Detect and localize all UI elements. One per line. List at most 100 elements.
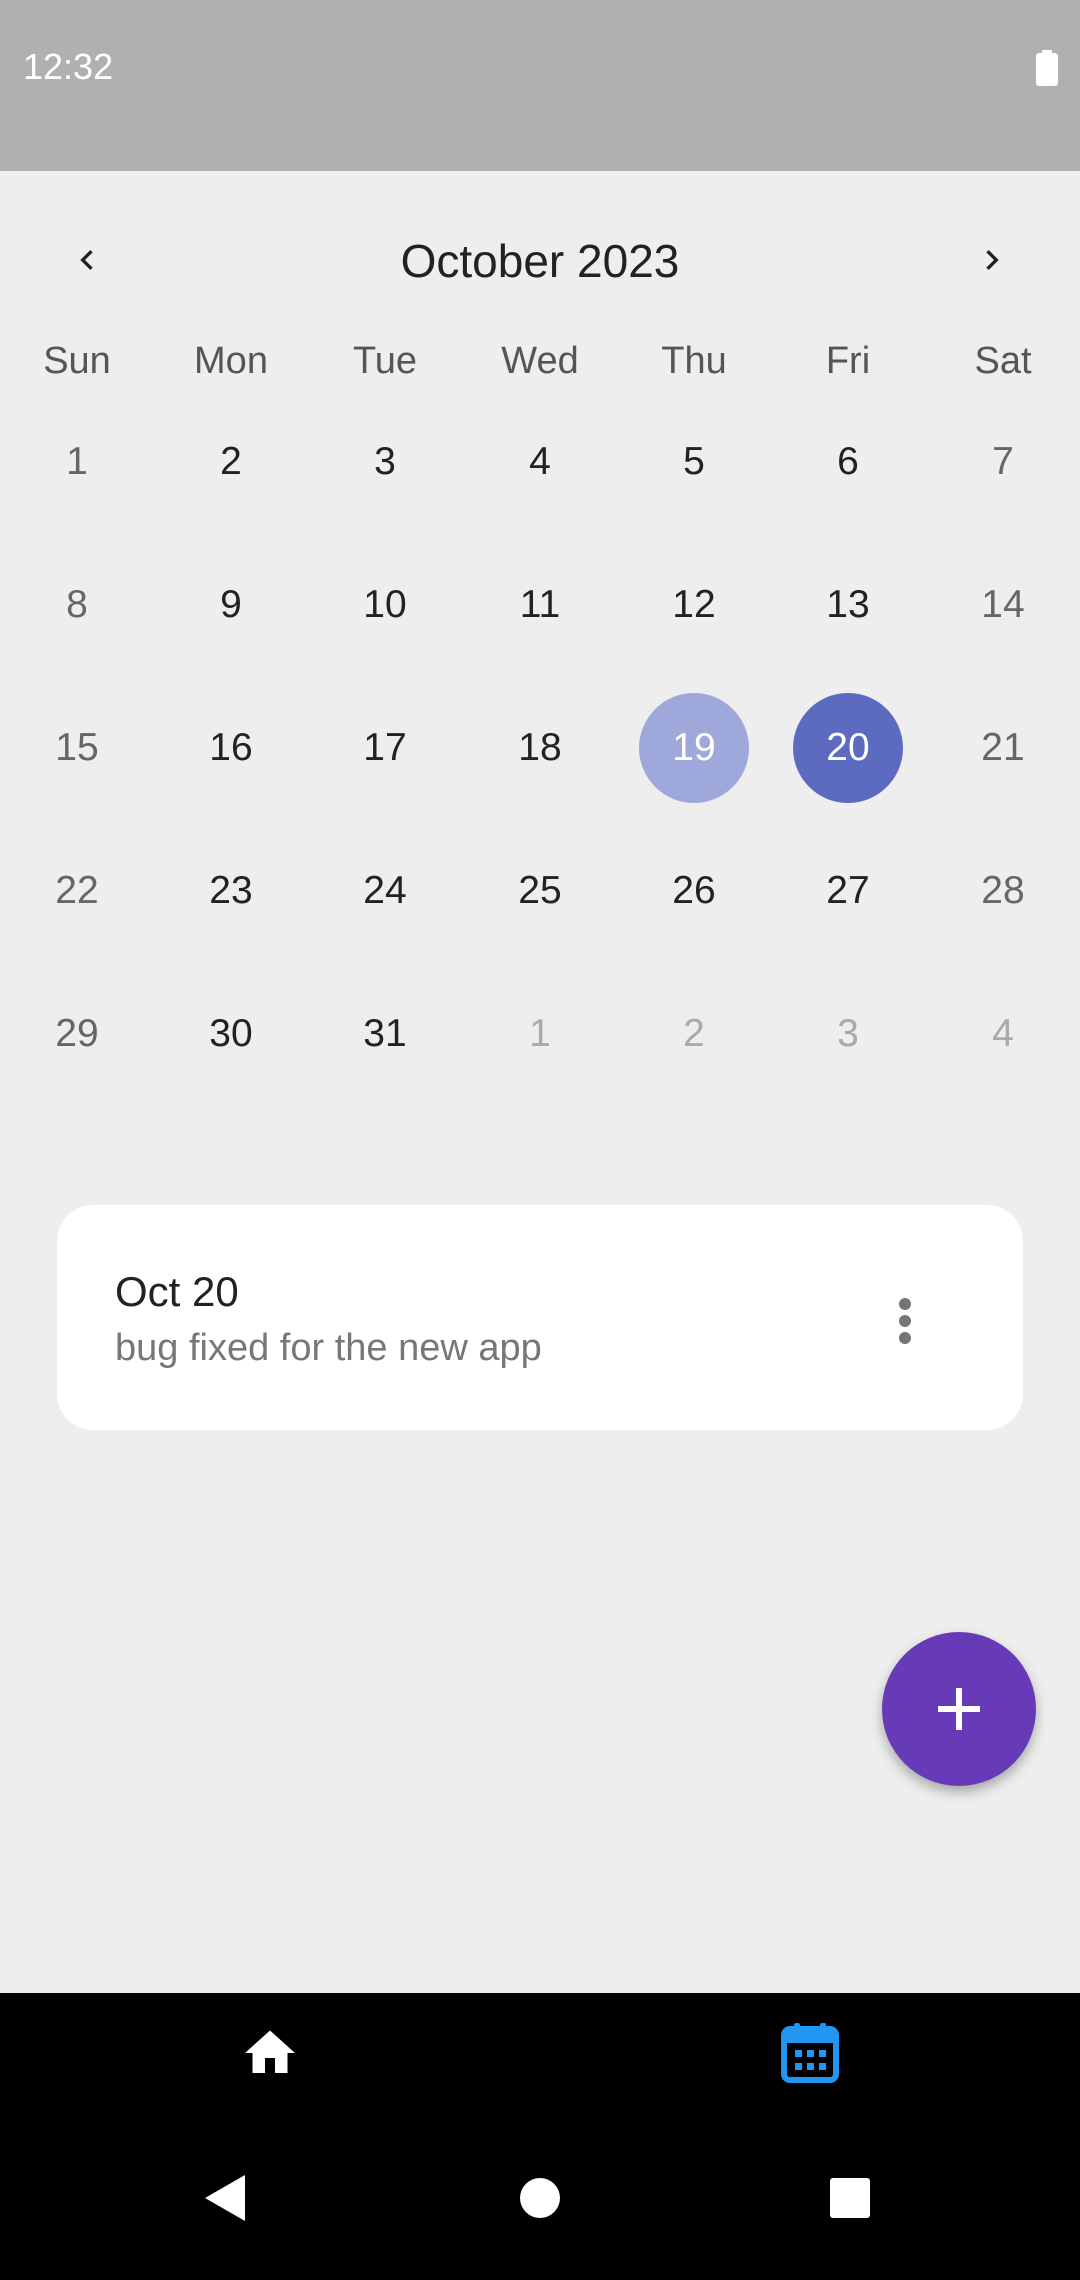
day-number: 21 [981, 726, 1025, 769]
day-number: 3 [374, 440, 396, 483]
day-number: 29 [55, 1012, 99, 1055]
day-number: 14 [981, 583, 1025, 626]
weekday-label: Wed [501, 340, 579, 382]
day-number: 4 [992, 1012, 1014, 1055]
day-cell[interactable]: 16 [154, 693, 308, 803]
nav-home[interactable] [200, 1993, 340, 2113]
day-number: 15 [55, 726, 99, 769]
day-number: 2 [220, 440, 242, 483]
day-cell[interactable]: 29 [0, 979, 154, 1089]
day-number: 23 [209, 869, 253, 912]
day-number: 4 [529, 440, 551, 483]
system-recents-button[interactable] [800, 2153, 900, 2243]
next-month-button[interactable] [952, 220, 1032, 300]
weekday-label: Sun [43, 340, 111, 382]
day-cell[interactable]: 1 [0, 407, 154, 517]
plus-icon [938, 1688, 980, 1730]
day-cell[interactable]: 3 [308, 407, 462, 517]
day-number: 25 [518, 869, 562, 912]
day-number: 30 [209, 1012, 253, 1055]
day-cell[interactable]: 19 [617, 693, 771, 803]
day-cell[interactable]: 2 [617, 979, 771, 1089]
day-cell[interactable]: 15 [0, 693, 154, 803]
day-cell[interactable]: 20 [771, 693, 925, 803]
day-number: 1 [66, 440, 88, 483]
day-cell[interactable]: 22 [0, 836, 154, 946]
day-number: 10 [363, 583, 407, 626]
more-vert-icon [899, 1298, 911, 1344]
day-cell[interactable]: 24 [308, 836, 462, 946]
day-cell[interactable]: 17 [308, 693, 462, 803]
day-cell[interactable]: 18 [463, 693, 617, 803]
event-more-button[interactable] [865, 1281, 945, 1361]
event-title: Oct 20 [115, 1268, 239, 1315]
day-number: 7 [992, 440, 1014, 483]
day-cell[interactable]: 23 [154, 836, 308, 946]
day-number: 6 [837, 440, 859, 483]
day-cell[interactable]: 14 [926, 550, 1080, 660]
event-description: bug fixed for the new app [115, 1327, 542, 1369]
day-cell[interactable]: 26 [617, 836, 771, 946]
day-cell[interactable]: 3 [771, 979, 925, 1089]
bottom-navigation [0, 1993, 1080, 2113]
day-number: 28 [981, 869, 1025, 912]
day-number: 9 [220, 583, 242, 626]
event-card[interactable]: Oct 20 bug fixed for the new app [57, 1205, 1023, 1430]
nav-calendar[interactable] [740, 1993, 880, 2113]
day-number: 18 [518, 726, 562, 769]
day-number: 31 [363, 1012, 407, 1055]
home-icon [245, 2030, 295, 2073]
day-cell[interactable]: 11 [463, 550, 617, 660]
home-circle-icon [520, 2178, 560, 2218]
calendar-icon [781, 2023, 839, 2083]
day-cell[interactable]: 7 [926, 407, 1080, 517]
day-number: 12 [672, 583, 716, 626]
day-number: 16 [209, 726, 253, 769]
day-number: 13 [826, 583, 870, 626]
day-cell[interactable]: 9 [154, 550, 308, 660]
day-cell[interactable]: 12 [617, 550, 771, 660]
day-number: 24 [363, 869, 407, 912]
day-cell[interactable]: 4 [463, 407, 617, 517]
day-cell[interactable]: 13 [771, 550, 925, 660]
day-cell[interactable]: 21 [926, 693, 1080, 803]
day-cell[interactable]: 6 [771, 407, 925, 517]
day-number: 20 [793, 693, 903, 803]
day-number: 17 [363, 726, 407, 769]
status-time: 12:32 [23, 46, 114, 87]
weekday-label: Mon [194, 340, 268, 382]
day-number: 5 [683, 440, 705, 483]
back-icon [205, 2175, 245, 2221]
status-bar: 12:32 [0, 0, 1080, 171]
recents-icon [830, 2178, 870, 2218]
day-cell[interactable]: 2 [154, 407, 308, 517]
system-back-button[interactable] [175, 2153, 275, 2243]
day-number: 22 [55, 869, 99, 912]
weekday-label: Tue [352, 340, 418, 382]
add-event-button[interactable] [882, 1632, 1036, 1786]
day-cell[interactable]: 28 [926, 836, 1080, 946]
weekday-label: Fri [825, 340, 871, 382]
weekday-header-row: Sun Mon Tue Wed Thu Fri Sat [0, 340, 1080, 400]
weekday-label: Sat [974, 340, 1032, 382]
system-navigation-bar [0, 2113, 1080, 2280]
day-cell[interactable]: 27 [771, 836, 925, 946]
system-home-button[interactable] [490, 2153, 590, 2243]
day-cell[interactable]: 25 [463, 836, 617, 946]
day-cell[interactable]: 10 [308, 550, 462, 660]
day-number: 2 [683, 1012, 705, 1055]
day-number: 8 [66, 583, 88, 626]
day-cell[interactable]: 8 [0, 550, 154, 660]
day-cell[interactable]: 1 [463, 979, 617, 1089]
day-number: 1 [529, 1012, 551, 1055]
day-cell[interactable]: 4 [926, 979, 1080, 1089]
battery-icon [1036, 50, 1058, 86]
day-cell[interactable]: 31 [308, 979, 462, 1089]
weekday-label: Thu [661, 340, 727, 382]
day-number: 27 [826, 869, 870, 912]
day-number: 19 [639, 693, 749, 803]
month-title: October 2023 [400, 235, 680, 287]
day-cell[interactable]: 30 [154, 979, 308, 1089]
day-cell[interactable]: 5 [617, 407, 771, 517]
day-number: 11 [519, 583, 561, 626]
